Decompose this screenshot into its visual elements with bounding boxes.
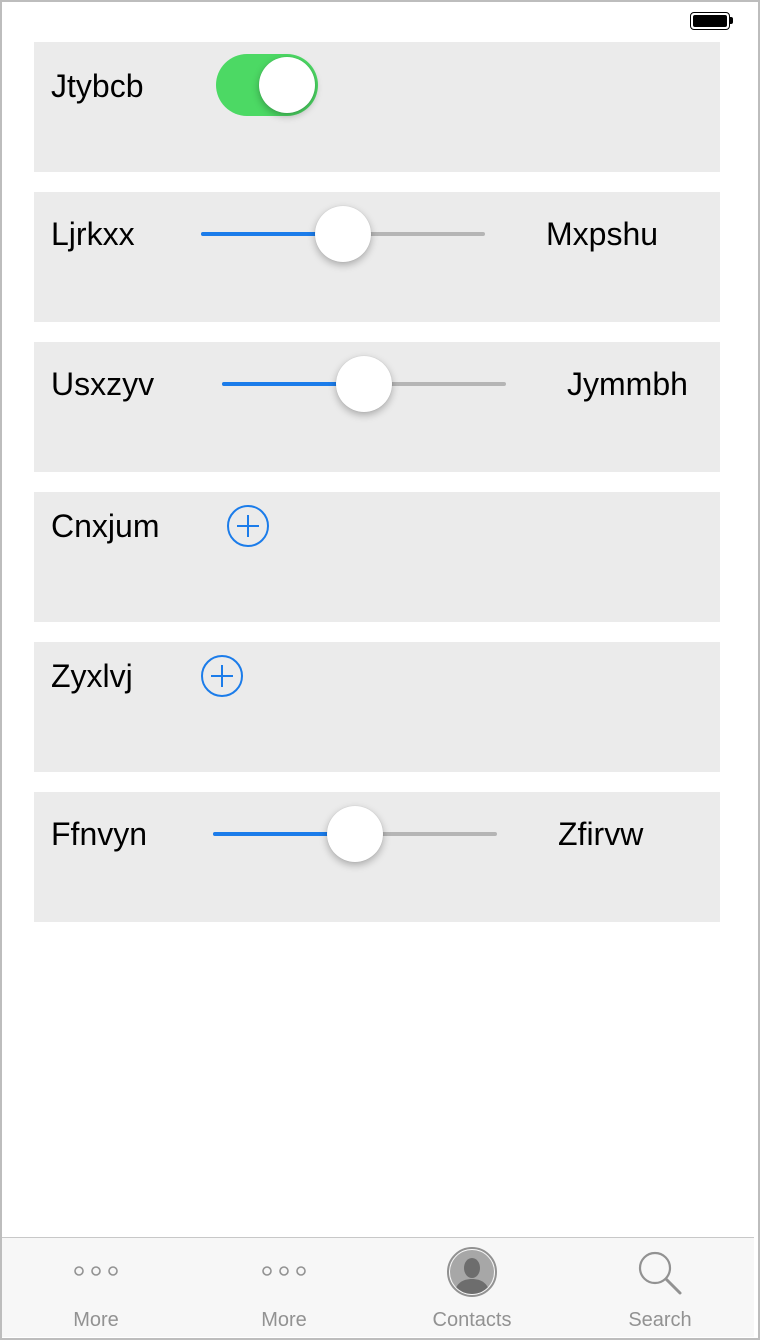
slider-thumb[interactable] (315, 206, 371, 262)
more-icon (262, 1266, 306, 1276)
battery-icon (690, 12, 734, 30)
slider-max-label: Jymmbh (567, 366, 688, 402)
slider-thumb[interactable] (327, 806, 383, 862)
slider-thumb[interactable] (336, 356, 392, 412)
slider[interactable] (222, 356, 506, 412)
toggle-knob (259, 57, 315, 113)
slider[interactable] (201, 206, 485, 262)
tab-search[interactable]: Search (566, 1238, 754, 1337)
contacts-icon (447, 1247, 497, 1297)
tab-more-2[interactable]: More (190, 1238, 378, 1337)
row-slider-ffnvyn: Ffnvyn Zfirvw (34, 792, 720, 922)
row-label: Usxzyv (51, 366, 155, 402)
row-slider-ljrkxx: Ljrkxx Mxpshu (34, 192, 720, 322)
row-label: Cnxjum (51, 508, 160, 544)
tab-label: Search (628, 1309, 692, 1331)
row-slider-usxzyv: Usxzyv Jymmbh (34, 342, 720, 472)
tab-contacts[interactable]: Contacts (378, 1238, 566, 1337)
tab-label: Contacts (432, 1309, 512, 1331)
slider-max-label: Mxpshu (546, 216, 659, 252)
row-add-zyxlvj: Zyxlvj (34, 642, 720, 772)
tab-bar: More More Contacts Search (2, 1237, 754, 1337)
row-label: Ffnvyn (51, 816, 148, 852)
plus-circle-icon[interactable] (200, 654, 244, 698)
tab-more-1[interactable]: More (2, 1238, 190, 1337)
search-icon (638, 1251, 682, 1295)
plus-circle-icon[interactable] (226, 504, 270, 548)
row-label: Zyxlvj (51, 658, 133, 694)
row-label: Ljrkxx (51, 216, 135, 252)
tab-label: More (261, 1309, 307, 1331)
row-label: Jtybcb (51, 68, 144, 104)
slider[interactable] (213, 806, 497, 862)
slider-max-label: Zfirvw (558, 816, 644, 852)
row-add-cnxjum: Cnxjum (34, 492, 720, 622)
toggle-switch[interactable] (216, 54, 318, 116)
tab-label: More (73, 1309, 119, 1331)
more-icon (74, 1266, 118, 1276)
row-toggle-jtybcb: Jtybcb (34, 42, 720, 172)
